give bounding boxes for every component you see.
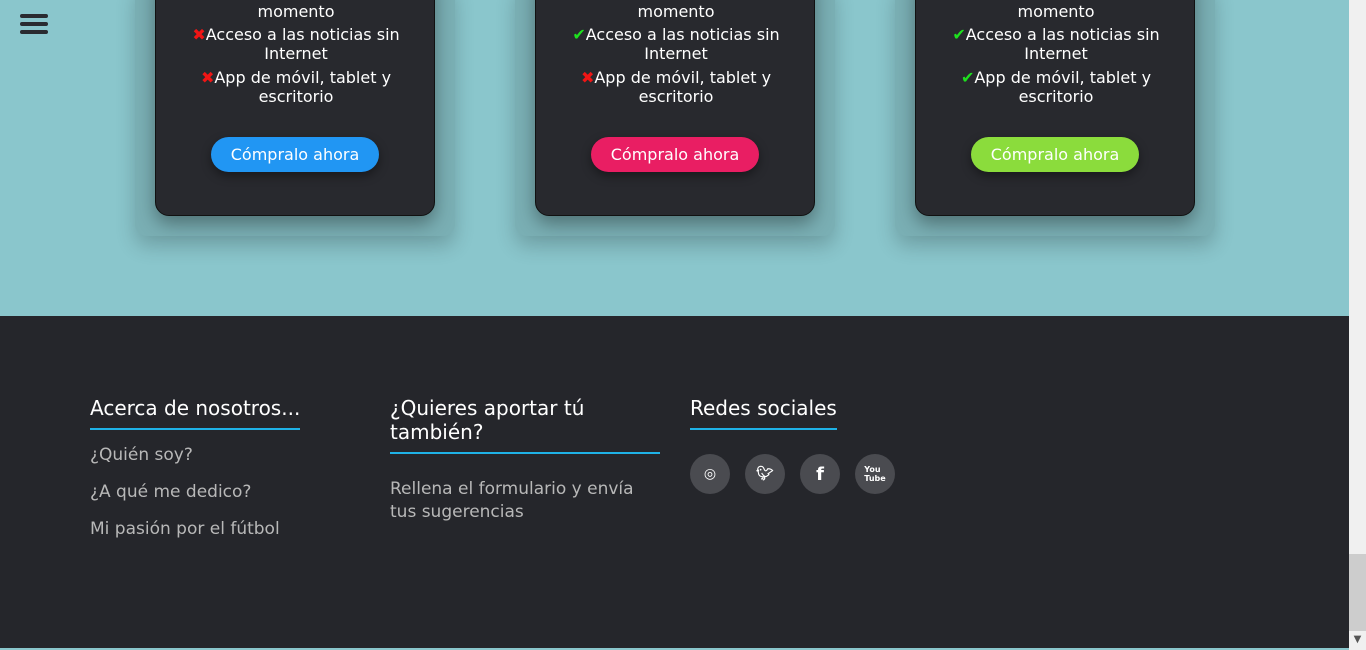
footer-social: Redes sociales ◎ 🐦︎ f You Tube [690,396,960,494]
cross-icon: ✖ [192,25,206,44]
plan-feature: ✖App de móvil, tablet y escritorio [556,68,796,106]
social-heading: Redes sociales [690,396,837,430]
hamburger-icon[interactable] [20,14,48,36]
plan-feature: ✖Acceso a las noticias sin Internet [176,25,416,63]
feature-text: App de móvil, tablet y escritorio [974,68,1152,106]
plan-feature: ✔App de móvil, tablet y escritorio [936,68,1176,106]
pricing-section: ✔Notificaciones en todo momento✖Acceso a… [0,0,1349,316]
feature-text: Acceso a las noticias sin Internet [585,25,780,63]
check-icon: ✔ [580,0,593,2]
link-pasion-futbol[interactable]: Mi pasión por el fútbol [90,518,360,541]
plan-feature: ✔Notificaciones en todo momento [936,0,1176,21]
link-a-que-me-dedico[interactable]: ¿A qué me dedico? [90,481,360,504]
contribute-heading: ¿Quieres aportar tú también? [390,396,660,454]
facebook-icon[interactable]: f [800,454,840,494]
plan-card: ✔Notificaciones en todo momento✔Acceso a… [915,0,1195,216]
plan-feature: ✔Notificaciones en todo momento [556,0,796,21]
link-quien-soy[interactable]: ¿Quién soy? [90,444,360,467]
footer-about: Acerca de nosotros... ¿Quién soy? ¿A qué… [90,396,360,541]
cross-icon: ✖ [580,68,595,87]
scrollbar[interactable]: ▼ [1349,0,1366,650]
buy-now-button[interactable]: Cómpralo ahora [211,137,379,172]
youtube-icon[interactable]: You Tube [855,454,895,494]
check-icon: ✔ [572,25,586,44]
buy-now-button[interactable]: Cómpralo ahora [971,137,1139,172]
footer-contribute: ¿Quieres aportar tú también? Rellena el … [390,396,660,524]
check-icon: ✔ [960,68,975,87]
contribute-link[interactable]: Rellena el formulario y envía tus sugere… [390,478,660,524]
instagram-icon[interactable]: ◎ [690,454,730,494]
feature-text: Notificaciones en todo momento [593,0,772,21]
scroll-down-arrow-icon[interactable]: ▼ [1349,631,1366,648]
footer: Acerca de nosotros... ¿Quién soy? ¿A qué… [0,316,1349,648]
plan-feature: ✔Acceso a las noticias sin Internet [936,25,1176,63]
scrollbar-thumb[interactable] [1349,554,1366,631]
check-icon: ✔ [952,25,966,44]
check-icon: ✔ [200,0,213,2]
feature-text: Notificaciones en todo momento [213,0,392,21]
buy-now-button[interactable]: Cómpralo ahora [591,137,759,172]
feature-text: Notificaciones en todo momento [973,0,1152,21]
feature-text: Acceso a las noticias sin Internet [205,25,400,63]
cross-icon: ✖ [200,68,215,87]
plan-card: ✔Notificaciones en todo momento✖Acceso a… [155,0,435,216]
feature-text: App de móvil, tablet y escritorio [594,68,772,106]
plan-feature: ✔Acceso a las noticias sin Internet [556,25,796,63]
plan-feature: ✖App de móvil, tablet y escritorio [176,68,416,106]
plan-card: ✔Notificaciones en todo momento✔Acceso a… [535,0,815,216]
feature-text: App de móvil, tablet y escritorio [214,68,392,106]
feature-text: Acceso a las noticias sin Internet [965,25,1160,63]
check-icon: ✔ [960,0,973,2]
twitter-icon[interactable]: 🐦︎ [745,454,785,494]
plan-feature: ✔Notificaciones en todo momento [176,0,416,21]
about-heading: Acerca de nosotros... [90,396,301,430]
